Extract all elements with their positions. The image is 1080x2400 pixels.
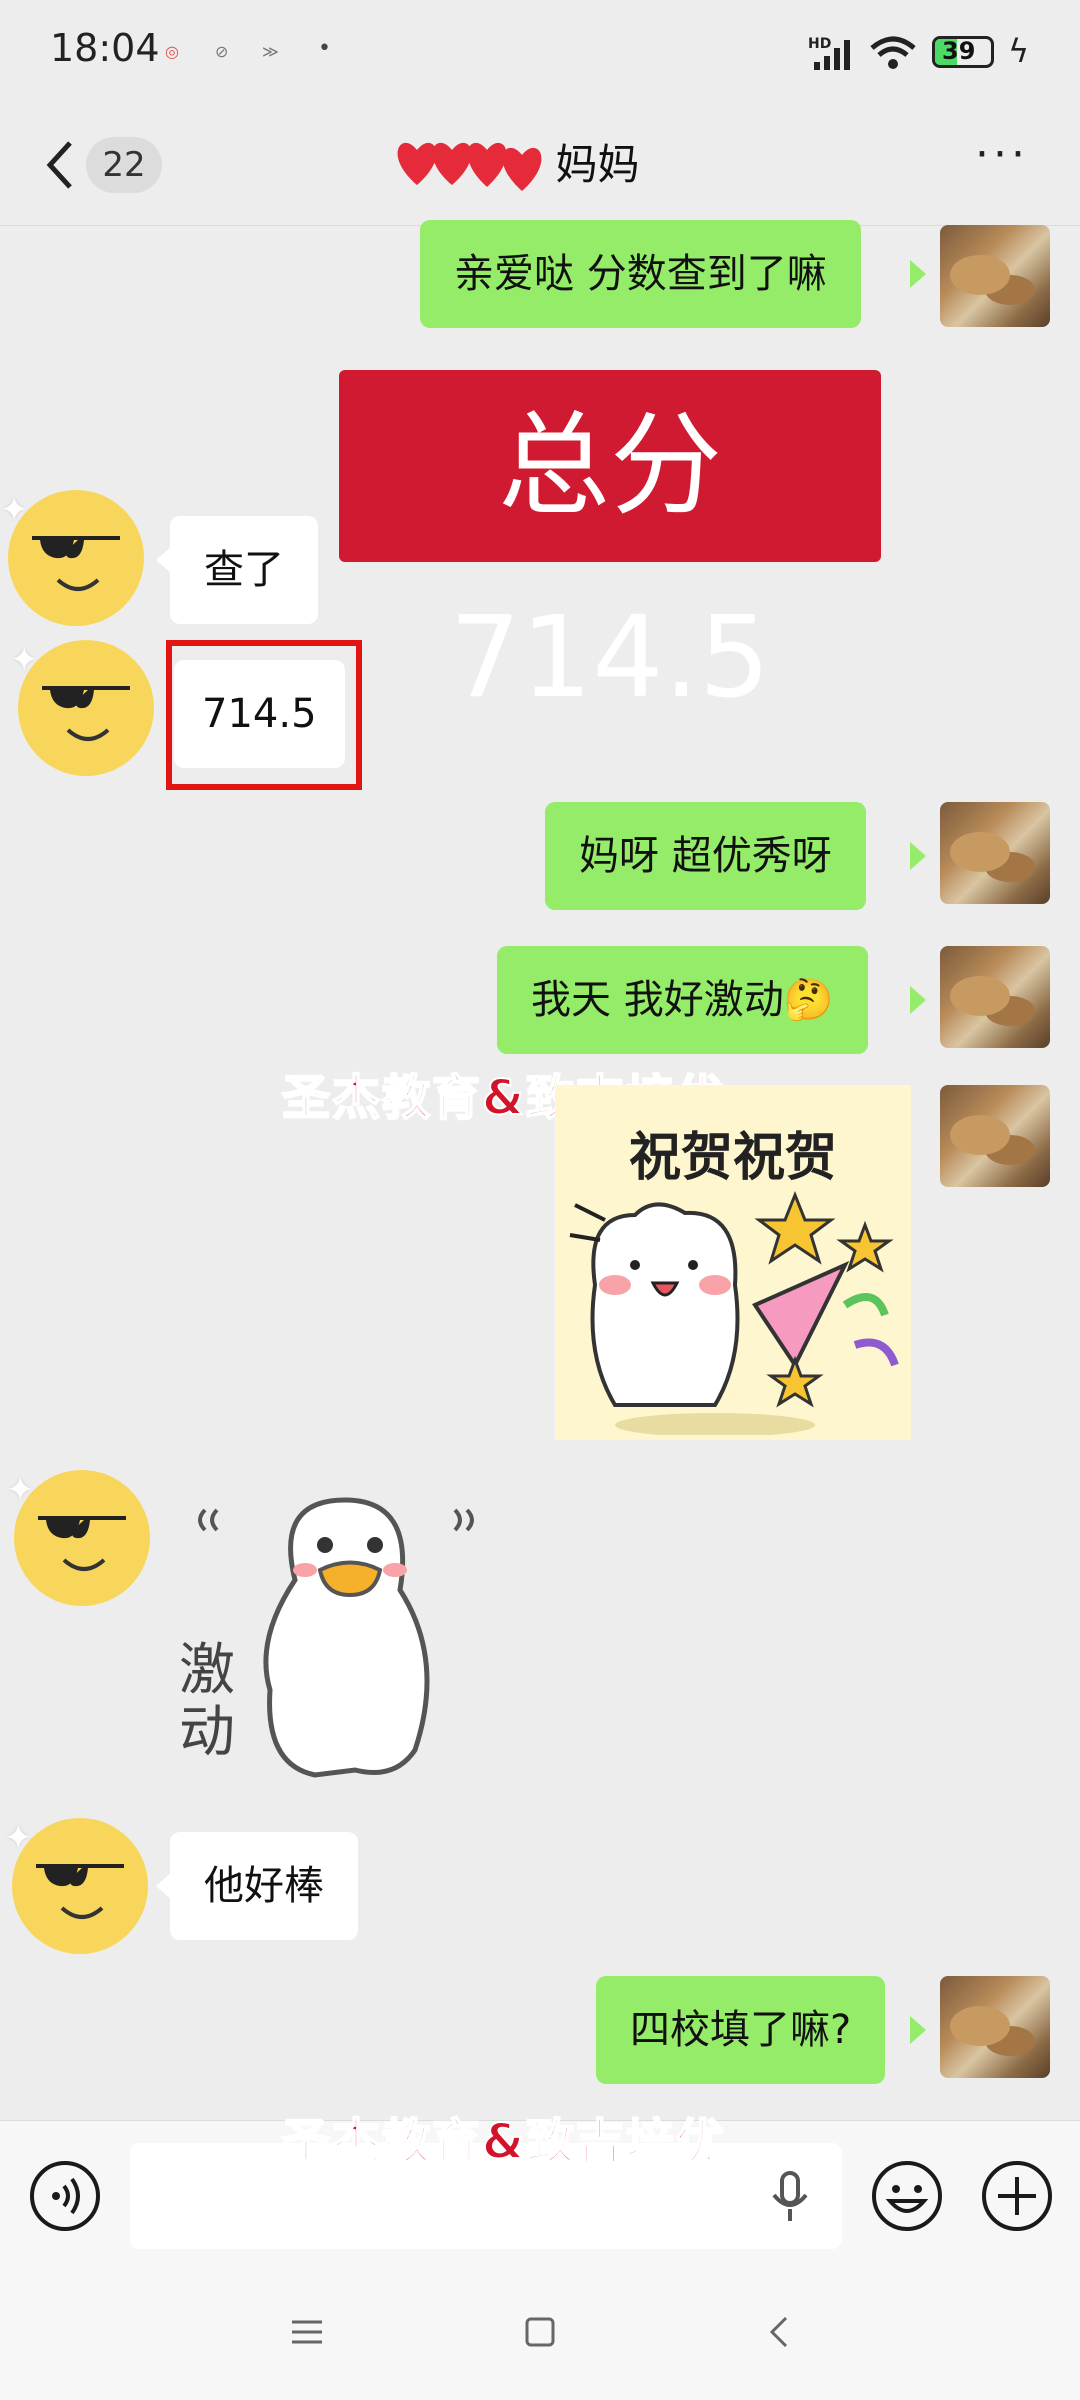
wifi-icon	[870, 36, 916, 69]
bubble-tail	[910, 986, 926, 1014]
sunglasses-icon	[36, 1864, 124, 1887]
highlight-box	[166, 640, 362, 790]
message-bubble-mine[interactable]: 四校填了嘛?	[596, 1976, 886, 2084]
watermark: 圣杰教育&致吉培优	[281, 2113, 726, 2171]
notification-icon: ◎	[165, 42, 179, 61]
message-bubble-other[interactable]: 查了	[170, 516, 318, 624]
back-icon[interactable]	[766, 2314, 792, 2350]
smile-icon	[60, 1906, 104, 1919]
mic-icon[interactable]	[770, 2171, 810, 2223]
add-icon[interactable]	[980, 2159, 1054, 2233]
unread-count-badge[interactable]: 22	[86, 137, 162, 193]
sparkle-icon: ✦	[0, 490, 29, 530]
menu-icon[interactable]	[290, 2318, 324, 2348]
bubble-tail	[910, 842, 926, 870]
notification-icon: ⊘	[215, 42, 229, 61]
chat-header: 22 XXXX妈妈 ···	[0, 105, 1080, 226]
duck-sticker[interactable]: 激动	[175, 1490, 505, 1790]
smile-icon	[62, 1558, 106, 1571]
hearts-redaction	[397, 142, 542, 191]
charging-icon: ϟ	[1008, 32, 1030, 70]
sunglasses-icon	[42, 686, 130, 709]
score-image[interactable]: 总分714.5	[339, 370, 881, 723]
home-icon[interactable]	[524, 2316, 556, 2348]
sparkle-icon: ✦	[10, 640, 39, 680]
signal-icon	[814, 40, 850, 70]
status-time: 18:04	[50, 26, 160, 70]
smile-icon	[66, 728, 110, 741]
my-avatar[interactable]	[940, 225, 1050, 327]
more-options-icon[interactable]: ···	[975, 133, 1035, 195]
my-avatar[interactable]	[940, 946, 1050, 1048]
chevron-left-icon[interactable]	[40, 135, 80, 195]
status-bar: 18:04 ◎ ⊘ ≫ • HD 39 ϟ	[0, 0, 1080, 105]
bubble-tail	[910, 2016, 926, 2044]
battery-level: 39	[942, 37, 976, 65]
congrats-sticker[interactable]: 祝贺祝贺	[555, 1085, 911, 1440]
bubble-tail	[910, 260, 926, 288]
message-bubble-mine[interactable]: 我天 我好激动🤔	[497, 946, 868, 1054]
sticker-caption: 激动	[179, 1638, 235, 1765]
sunglasses-icon	[32, 536, 120, 559]
sparkle-icon: ✦	[6, 1470, 35, 1510]
notification-icon: ≫	[262, 42, 279, 61]
more-notifications-icon: •	[318, 36, 331, 61]
bear-party-illustration	[569, 1190, 899, 1435]
system-nav-bar	[0, 2270, 1080, 2400]
message-bubble-mine[interactable]: 妈呀 超优秀呀	[545, 802, 866, 910]
smile-icon	[56, 578, 100, 591]
my-avatar[interactable]	[940, 1976, 1050, 2078]
my-avatar[interactable]	[940, 1085, 1050, 1187]
voice-icon[interactable]	[28, 2159, 102, 2233]
sparkle-icon: ✦	[4, 1818, 33, 1858]
message-bubble-mine[interactable]: 亲爱哒 分数查到了嘛	[420, 220, 861, 328]
chat-title-text: 妈妈	[555, 140, 640, 189]
emoji-icon[interactable]	[870, 2159, 944, 2233]
message-bubble-other[interactable]: 他好棒	[170, 1832, 358, 1940]
my-avatar[interactable]	[940, 802, 1050, 904]
sunglasses-icon	[38, 1516, 126, 1539]
